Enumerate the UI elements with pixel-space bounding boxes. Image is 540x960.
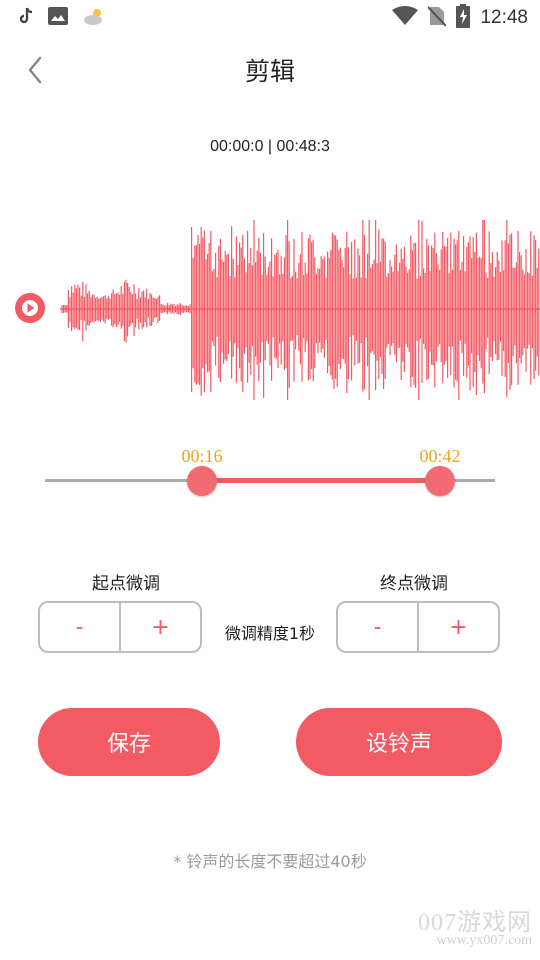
start-handle[interactable] xyxy=(187,466,217,496)
weather-icon xyxy=(82,6,106,30)
start-time-label: 00:16 xyxy=(181,446,223,466)
timecode: 00:00:0 | 00:48:3 xyxy=(210,138,330,155)
start-minus-button[interactable]: - xyxy=(40,603,119,651)
finetune-precision: 微调精度1秒 xyxy=(224,624,316,643)
start-plus-button[interactable]: + xyxy=(121,603,200,651)
start-finetune-stepper: - + xyxy=(38,601,202,653)
battery-charging-icon xyxy=(456,4,471,32)
end-plus-button[interactable]: + xyxy=(419,603,498,651)
no-sim-icon xyxy=(427,5,448,31)
set-ringtone-button[interactable]: 设铃声 xyxy=(296,708,502,776)
trim-selection xyxy=(202,478,440,483)
play-icon xyxy=(22,300,38,316)
watermark: 007游戏网 www.yx007.com xyxy=(392,902,532,949)
page-title: 剪辑 xyxy=(244,57,295,86)
status-time: 12:48 xyxy=(480,7,528,28)
watermark-brand: 007游戏网 xyxy=(418,910,532,936)
wifi-icon xyxy=(392,6,419,30)
gallery-icon xyxy=(48,7,68,29)
start-finetune-title: 起点微调 xyxy=(92,574,160,594)
end-time-label: 00:42 xyxy=(419,446,461,466)
end-finetune-title: 终点微调 xyxy=(380,574,448,594)
save-button[interactable]: 保存 xyxy=(38,708,220,776)
end-finetune-stepper: - + xyxy=(336,601,500,653)
length-note: * 铃声的长度不要超过40秒 xyxy=(173,852,367,871)
waveform-path xyxy=(61,220,540,400)
watermark-url: www.yx007.com xyxy=(436,933,532,948)
end-handle[interactable] xyxy=(425,466,455,496)
tiktok-icon xyxy=(18,7,34,29)
status-bar: 12:48 xyxy=(0,0,540,36)
audio-waveform[interactable] xyxy=(60,220,540,400)
play-button[interactable] xyxy=(15,293,45,323)
end-minus-button[interactable]: - xyxy=(338,603,417,651)
